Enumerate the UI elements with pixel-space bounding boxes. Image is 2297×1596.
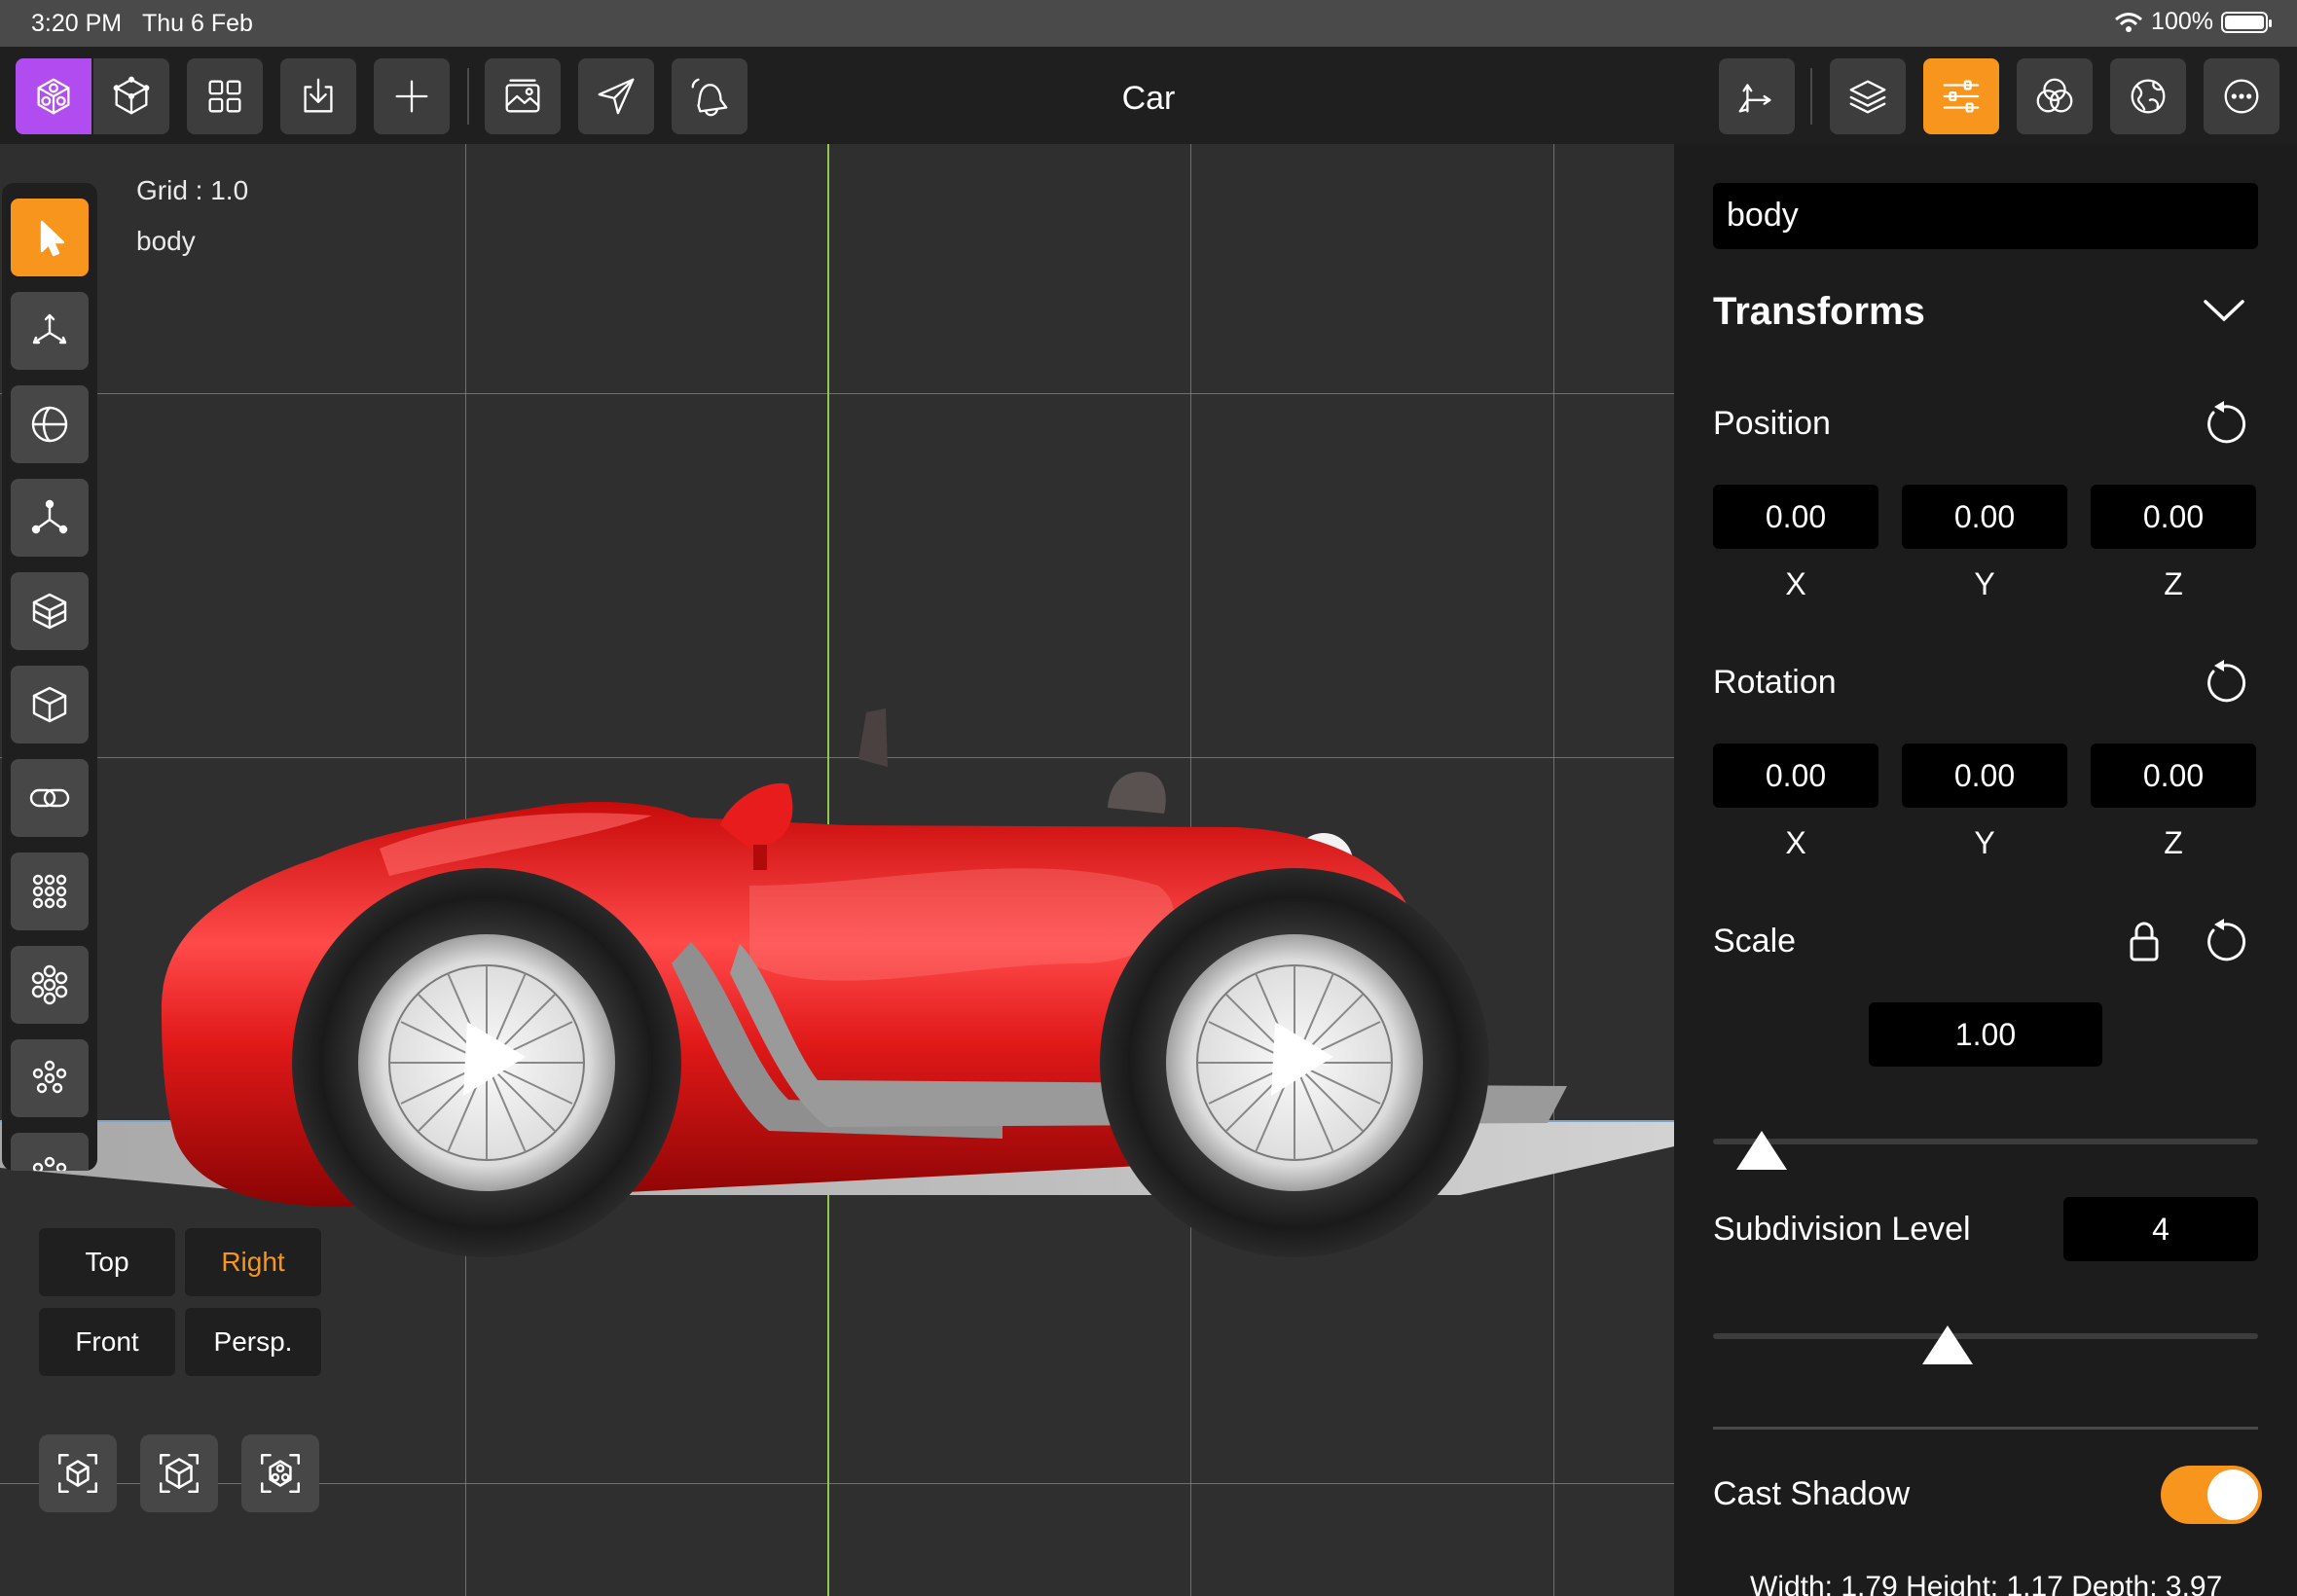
materials-icon[interactable] [2017, 58, 2093, 134]
axis-z-label: Z [2164, 566, 2183, 601]
cast-shadow-toggle[interactable] [2161, 1466, 2262, 1524]
view-front-button[interactable]: Front [39, 1308, 175, 1376]
toggle-knob [2207, 1469, 2258, 1520]
battery-icon [2221, 11, 2272, 33]
3d-viewport[interactable]: Grid : 1.0 body [0, 144, 1674, 1596]
object-name-field[interactable]: body [1713, 183, 2258, 249]
edit-cube-icon[interactable] [11, 666, 89, 744]
select-icon[interactable] [11, 199, 89, 276]
top-toolbar: Car [0, 47, 2297, 144]
link-icon[interactable] [11, 759, 89, 837]
gallery-grid-icon[interactable] [187, 58, 263, 134]
status-right: 100% [2114, 8, 2272, 36]
car-model[interactable] [146, 594, 1586, 1265]
cast-shadow-label: Cast Shadow [1713, 1475, 1911, 1512]
battery-percent: 100% [2151, 8, 2213, 35]
selected-object-label: body [136, 226, 196, 256]
send-icon[interactable] [578, 58, 654, 134]
more-icon[interactable] [2204, 58, 2279, 134]
position-z-field[interactable]: 0.00 [2091, 485, 2256, 549]
scale-label: Scale [1713, 923, 1797, 960]
add-icon[interactable] [374, 58, 450, 134]
properties-panel: body Transforms Position 0.00 0.00 0.00 … [1674, 144, 2297, 1596]
cluster-icon[interactable] [11, 1039, 89, 1117]
frame-all-icon[interactable] [39, 1434, 117, 1512]
section-divider [1713, 1427, 2258, 1430]
rotation-x-field[interactable]: 0.00 [1713, 744, 1878, 808]
status-bar: 3:20 PM Thu 6 Feb 100% [0, 0, 2297, 47]
grid-size-label: Grid : 1.0 [136, 175, 249, 205]
scale-icon[interactable] [11, 479, 89, 557]
grid-line [0, 393, 1674, 394]
frame-selected-icon[interactable] [140, 1434, 218, 1512]
toolbar-divider [467, 68, 469, 125]
view-perspective-button[interactable]: Persp. [185, 1308, 321, 1376]
axis-y-label: Y [1974, 825, 1995, 860]
subdivision-slider-thumb[interactable] [1921, 1325, 1973, 1364]
axis-z-label: Z [2164, 825, 2183, 860]
properties-icon[interactable] [1923, 58, 1999, 134]
gizmo-icon[interactable] [1719, 58, 1795, 134]
layers-icon[interactable] [1830, 58, 1906, 134]
import-icon[interactable] [280, 58, 356, 134]
scale-slider[interactable] [1713, 1139, 2258, 1144]
rotation-label: Rotation [1713, 664, 1837, 701]
rotation-y-field[interactable]: 0.00 [1902, 744, 2067, 808]
status-time: 3:20 PM [31, 10, 123, 37]
image-icon[interactable] [485, 58, 561, 134]
status-date: Thu 6 Feb [142, 10, 253, 37]
lock-icon[interactable] [2120, 917, 2169, 965]
mesh-mode-icon[interactable] [93, 58, 169, 134]
scale-slider-thumb[interactable] [1736, 1131, 1788, 1170]
wifi-icon [2115, 12, 2143, 32]
position-y-field[interactable]: 0.00 [1902, 485, 2067, 549]
axis-x-label: X [1785, 825, 1806, 860]
subdivision-field[interactable]: 4 [2063, 1197, 2258, 1261]
position-label: Position [1713, 405, 1831, 442]
subdivision-slider[interactable] [1713, 1333, 2258, 1339]
view-top-button[interactable]: Top [39, 1228, 175, 1296]
tool-palette [2, 183, 97, 1171]
vertex-grid-icon[interactable] [11, 852, 89, 930]
reset-rotation-icon[interactable] [2200, 658, 2248, 707]
frame-group-icon[interactable] [241, 1434, 319, 1512]
position-x-field[interactable]: 0.00 [1713, 485, 1878, 549]
dimensions-readout: Width: 1.79 Height: 1.17 Depth: 3.97 [1750, 1571, 2223, 1596]
rotation-z-field[interactable]: 0.00 [2091, 744, 2256, 808]
move-icon[interactable] [11, 292, 89, 370]
axis-y-label: Y [1974, 566, 1995, 601]
reset-position-icon[interactable] [2200, 399, 2248, 448]
flower-icon[interactable] [11, 946, 89, 1024]
toolbar-divider [1810, 68, 1812, 125]
axis-x-label: X [1785, 566, 1806, 601]
notification-icon[interactable] [672, 58, 747, 134]
scale-field[interactable]: 1.00 [1869, 1002, 2102, 1067]
environment-icon[interactable] [2110, 58, 2186, 134]
object-mode-icon[interactable] [16, 58, 91, 134]
transforms-section-title[interactable]: Transforms [1713, 290, 1925, 334]
document-title[interactable]: Car [1071, 80, 1226, 118]
rotate-icon[interactable] [11, 385, 89, 463]
subdivision-label: Subdivision Level [1713, 1211, 1971, 1248]
dots-icon[interactable] [11, 1133, 89, 1171]
chevron-down-icon[interactable] [2200, 292, 2248, 331]
mesh-cube-icon[interactable] [11, 572, 89, 650]
reset-scale-icon[interactable] [2200, 917, 2248, 965]
view-right-button[interactable]: Right [185, 1228, 321, 1296]
